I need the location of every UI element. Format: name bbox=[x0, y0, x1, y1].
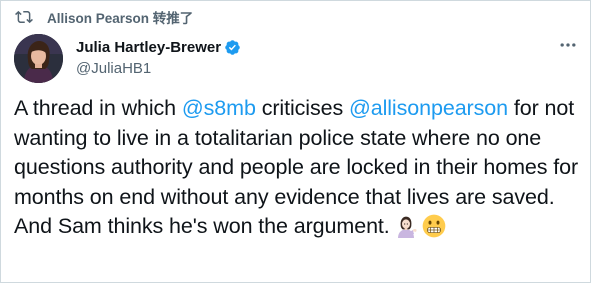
tweet-text-segment: criticises bbox=[255, 96, 349, 120]
mention-link-s8mb[interactable]: @s8mb bbox=[182, 96, 256, 120]
grimacing-face-emoji bbox=[422, 214, 446, 238]
author-handle[interactable]: @JuliaHB1 bbox=[76, 60, 241, 77]
woman-tipping-hand-emoji bbox=[394, 214, 418, 238]
mention-link-allisonpearson[interactable]: @allisonpearson bbox=[349, 96, 508, 120]
verified-badge-icon bbox=[224, 39, 241, 56]
tweet-text: A thread in which @s8mb criticises @alli… bbox=[14, 94, 582, 242]
tweet-text-segment: A thread in which bbox=[14, 96, 182, 120]
retweet-icon bbox=[15, 8, 33, 26]
tweet-card[interactable]: Allison Pearson 转推了 Julia Hartley-Brewer… bbox=[0, 0, 591, 283]
more-options-button[interactable] bbox=[556, 35, 580, 59]
author-info: Julia Hartley-Brewer @JuliaHB1 bbox=[76, 37, 241, 77]
more-options-icon bbox=[558, 35, 578, 60]
retweet-context[interactable]: Allison Pearson 转推了 bbox=[15, 7, 193, 27]
retweet-label: Allison Pearson 转推了 bbox=[47, 11, 194, 26]
avatar[interactable] bbox=[14, 34, 63, 83]
author-display-name[interactable]: Julia Hartley-Brewer bbox=[76, 39, 221, 56]
